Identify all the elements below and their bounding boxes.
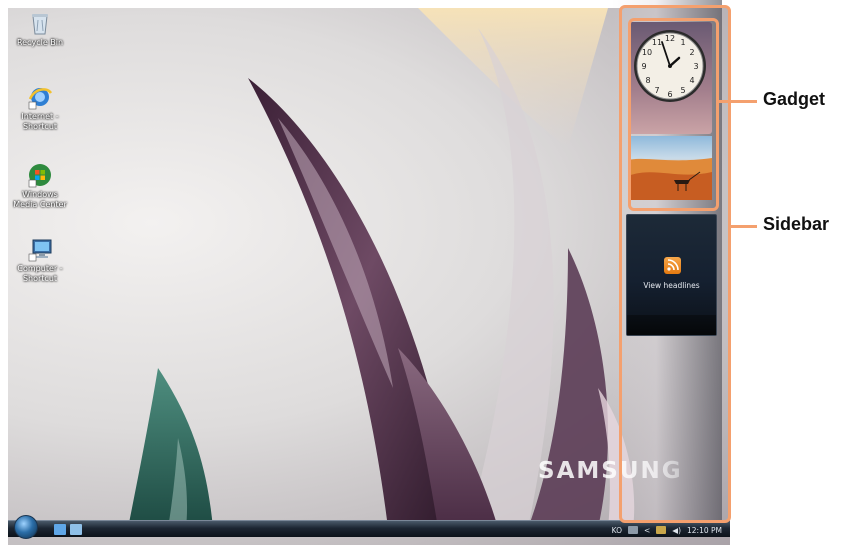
volume-icon[interactable]: ◀) bbox=[672, 526, 681, 535]
show-desktop-icon[interactable] bbox=[54, 524, 66, 535]
desktop-icon-internet-shortcut[interactable]: Internet - Shortcut bbox=[9, 84, 71, 132]
gadget-callout-frame bbox=[628, 18, 719, 211]
show-hidden-icons-button[interactable]: < bbox=[644, 526, 650, 535]
desktop-icon-label: Computer - Shortcut bbox=[17, 264, 63, 283]
system-tray: KO < ◀) 12:10 PM bbox=[612, 524, 722, 536]
desktop-icon-label: Recycle Bin bbox=[16, 38, 64, 47]
network-icon[interactable] bbox=[656, 526, 667, 534]
gadget-callout-line bbox=[719, 100, 757, 103]
desktop-icon-windows-media-center[interactable]: Windows Media Center bbox=[9, 162, 71, 210]
clock-time[interactable]: 12:10 PM bbox=[687, 526, 722, 535]
switch-windows-icon[interactable] bbox=[70, 524, 82, 535]
desktop-icon-label: Windows Media Center bbox=[13, 190, 67, 209]
desktop-icon-computer-shortcut[interactable]: Computer - Shortcut bbox=[9, 236, 71, 284]
gadget-callout-label: Gadget bbox=[763, 89, 826, 109]
windows-start-orb-icon[interactable] bbox=[14, 515, 38, 539]
language-indicator[interactable]: KO bbox=[612, 526, 622, 535]
desktop-icon-recycle-bin[interactable]: Recycle Bin bbox=[9, 10, 71, 48]
taskbar: KO < ◀) 12:10 PM bbox=[8, 515, 730, 539]
recycle-bin-icon bbox=[27, 10, 53, 36]
internet-explorer-icon bbox=[27, 84, 53, 110]
desktop-icon-label: Internet - Shortcut bbox=[21, 112, 59, 131]
computer-icon bbox=[27, 236, 53, 262]
sidebar-callout-label: Sidebar bbox=[763, 214, 830, 234]
sidebar-callout-line bbox=[731, 225, 757, 228]
keyboard-icon[interactable] bbox=[628, 526, 638, 534]
windows-media-center-icon bbox=[27, 162, 53, 188]
